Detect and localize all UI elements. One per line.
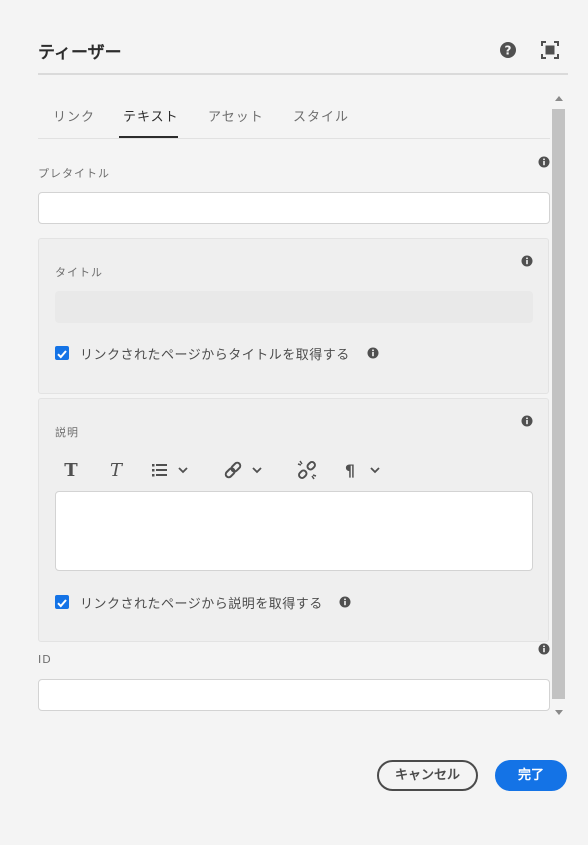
done-button[interactable]: 完了	[495, 760, 567, 791]
unlink-icon[interactable]	[296, 459, 318, 481]
svg-text:T: T	[64, 460, 78, 481]
scroll-up-arrow-icon[interactable]	[555, 96, 563, 101]
id-label: ID	[38, 653, 52, 666]
tab-asset[interactable]: アセット	[208, 106, 264, 125]
list-icon[interactable]	[150, 459, 192, 481]
pretitle-label: プレタイトル	[38, 167, 110, 180]
italic-icon[interactable]: T	[105, 459, 127, 481]
paragraph-icon[interactable]: ¶	[342, 459, 384, 481]
info-icon[interactable]	[538, 156, 550, 168]
bold-icon[interactable]: T	[60, 459, 82, 481]
checkmark-icon	[57, 599, 67, 608]
dialog-title: ティーザー	[38, 43, 122, 63]
info-icon[interactable]	[339, 596, 351, 608]
scrollbar[interactable]	[552, 96, 566, 720]
description-from-page-checkbox[interactable]	[55, 595, 69, 609]
teaser-dialog: ティーザー ? リンク テキスト アセット スタイル プレタイトル タイトル リ…	[0, 0, 588, 845]
title-from-page-label[interactable]: リンクされたページからタイトルを取得する	[80, 344, 350, 363]
tab-bar: リンク テキスト アセット スタイル	[38, 98, 550, 140]
description-from-page-label[interactable]: リンクされたページから説明を取得する	[80, 593, 323, 612]
title-divider	[38, 73, 568, 75]
title-input[interactable]	[55, 291, 533, 323]
description-label: 説明	[55, 426, 79, 439]
fullscreen-icon[interactable]	[541, 41, 559, 59]
title-from-page-checkbox[interactable]	[55, 346, 69, 360]
pretitle-input[interactable]	[38, 192, 550, 224]
info-icon[interactable]	[521, 415, 533, 427]
svg-text:T: T	[110, 460, 124, 481]
svg-text:?: ?	[505, 44, 512, 58]
info-icon[interactable]	[538, 643, 550, 655]
checkmark-icon	[57, 350, 67, 359]
tab-link[interactable]: リンク	[53, 106, 95, 125]
link-icon[interactable]	[222, 459, 266, 481]
id-input[interactable]	[38, 679, 550, 711]
tabs-divider	[38, 138, 550, 139]
tab-text[interactable]: テキスト	[123, 106, 179, 125]
cancel-button[interactable]: キャンセル	[377, 760, 478, 791]
scrollbar-thumb[interactable]	[552, 109, 565, 699]
svg-text:¶: ¶	[345, 461, 355, 480]
title-label: タイトル	[55, 266, 103, 279]
description-editor[interactable]	[55, 491, 533, 571]
tab-style[interactable]: スタイル	[293, 106, 349, 125]
info-icon[interactable]	[367, 347, 379, 359]
info-icon[interactable]	[521, 255, 533, 267]
help-circle-icon[interactable]: ?	[499, 41, 517, 59]
scroll-down-arrow-icon[interactable]	[555, 710, 563, 715]
